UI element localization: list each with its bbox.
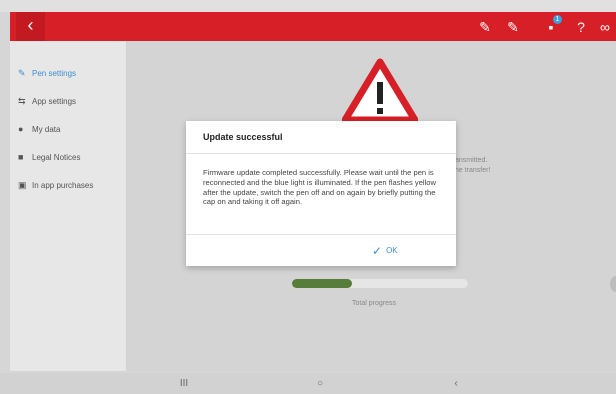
home-button[interactable]: ○ (308, 373, 332, 394)
pen-check-icon[interactable]: ✎ (475, 16, 495, 38)
sidebar-item-app-settings[interactable]: ⇆ App settings (18, 91, 76, 111)
dialog-message: Firmware update completed successfully. … (203, 168, 437, 207)
app-settings-icon: ⇆ (18, 96, 26, 106)
location-icon: ● (18, 124, 24, 134)
sidebar-item-in-app-purchases[interactable]: ▣ In app purchases (18, 175, 93, 195)
system-back-button[interactable]: ‹ (444, 373, 468, 394)
ok-button[interactable]: ✓ OK (372, 243, 398, 259)
sidebar-item-legal-notices[interactable]: ■ Legal Notices (18, 147, 80, 167)
sidebar-item-pen-settings[interactable]: ✎ Pen settings (18, 63, 76, 83)
update-successful-dialog: Update successful Firmware update comple… (186, 121, 456, 266)
sidebar-item-my-data[interactable]: ● My data (18, 119, 60, 139)
back-button[interactable]: ‹ (16, 12, 45, 41)
total-progress-bar (292, 279, 468, 288)
pen-icon: ✎ (18, 68, 26, 78)
help-icon[interactable]: ? (571, 16, 591, 38)
background-message-line-1: ansmitted. (455, 157, 488, 164)
cart-icon: ▣ (18, 180, 27, 190)
back-arrow-icon: ‹ (27, 15, 34, 35)
dialog-divider-bottom (186, 234, 456, 235)
link-icon[interactable]: ∞ (595, 16, 615, 38)
sidebar-item-label: My data (32, 125, 61, 134)
side-panel-handle[interactable] (610, 276, 616, 292)
background-message-line-2: he transfer! (455, 167, 491, 174)
warning-icon (342, 58, 418, 124)
sidebar: ✎ Pen settings ⇆ App settings ● My data ■ Le… (10, 41, 126, 371)
dialog-divider-top (186, 153, 456, 154)
check-icon: ✓ (372, 244, 383, 258)
chat-icon: ■ (18, 152, 24, 162)
total-progress-label: Total progress (352, 300, 396, 307)
sidebar-item-label: Pen settings (32, 69, 77, 78)
status-bar (0, 0, 616, 12)
app-bar: ‹ ✎ ✎ ▪ 1 ? ∞ (10, 12, 616, 41)
sidebar-item-label: App settings (32, 97, 77, 106)
recent-apps-button[interactable]: III (172, 373, 196, 394)
sidebar-item-label: In app purchases (32, 181, 94, 190)
system-navigation-bar: III ○ ‹ (0, 373, 616, 394)
sidebar-item-label: Legal Notices (32, 153, 81, 162)
message-count-badge: 1 (553, 15, 562, 24)
pen-dropdown-icon[interactable]: ✎ (503, 16, 523, 38)
ok-button-label: OK (386, 246, 398, 256)
dialog-title: Update successful (203, 132, 283, 142)
total-progress-fill (292, 279, 352, 288)
